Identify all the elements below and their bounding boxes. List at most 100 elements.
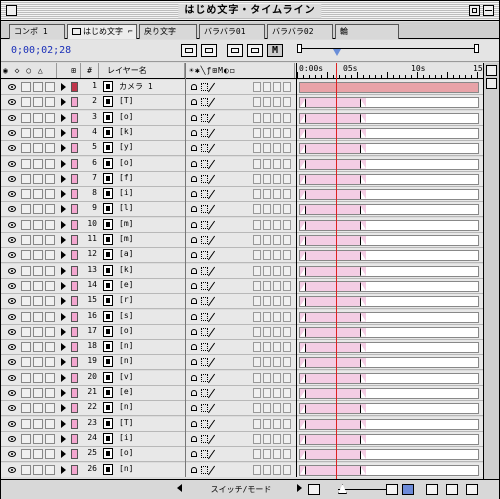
solo-switch[interactable] [33, 311, 43, 322]
eye-icon[interactable] [8, 405, 16, 412]
collapse-icon[interactable] [201, 236, 208, 244]
quality-icon[interactable] [207, 82, 216, 93]
solo-switch[interactable] [33, 449, 43, 460]
adjustment-switch[interactable] [283, 326, 291, 337]
layer-switches[interactable] [191, 159, 219, 170]
layer-row[interactable]: 14 [e] [1, 278, 499, 294]
audio-switch[interactable] [21, 296, 31, 307]
eye-icon[interactable] [8, 359, 16, 366]
label-color[interactable] [71, 127, 78, 138]
effect-switch[interactable] [253, 433, 261, 444]
layer-name[interactable]: [o] [119, 448, 133, 457]
adjustment-switch[interactable] [283, 127, 291, 138]
layer-duration-bar[interactable] [299, 296, 479, 308]
lock-switch[interactable] [45, 143, 55, 154]
audio-switch[interactable] [21, 173, 31, 184]
quality-icon[interactable] [207, 419, 216, 429]
adjustment-switch[interactable] [283, 342, 291, 353]
tab-comp-1[interactable]: コンポ 1 [9, 24, 65, 39]
lock-switch[interactable] [45, 280, 55, 291]
eye-icon[interactable] [8, 145, 16, 152]
layer-duration-bar[interactable] [299, 265, 479, 277]
audio-switch[interactable] [21, 82, 31, 92]
lock-switch[interactable] [45, 112, 55, 123]
effect-switch[interactable] [253, 418, 261, 429]
eye-icon[interactable] [8, 206, 16, 213]
layer-row[interactable]: 15 [r] [1, 294, 499, 310]
effect-switch[interactable] [253, 143, 261, 154]
layer-name[interactable]: [v] [119, 372, 133, 381]
layer-duration-bar[interactable] [299, 189, 479, 201]
expand-triangle-icon[interactable] [61, 343, 66, 352]
label-color[interactable] [71, 204, 78, 215]
frame-blend-switch[interactable] [263, 403, 271, 414]
adjustment-switch[interactable] [283, 311, 291, 322]
adjustment-switch[interactable] [283, 418, 291, 429]
layer-row[interactable]: 3 [o] [1, 110, 499, 126]
shy-icon[interactable] [191, 435, 197, 442]
layer-row[interactable]: 17 [o] [1, 324, 499, 340]
frame-blend-switch[interactable] [263, 204, 271, 215]
expand-triangle-icon[interactable] [61, 419, 66, 428]
zoom-box[interactable] [469, 5, 480, 16]
collapse-icon[interactable] [201, 373, 208, 382]
layer-row[interactable]: 4 [k] [1, 125, 499, 141]
layer-name[interactable]: [f] [119, 173, 133, 182]
audio-switch[interactable] [21, 357, 31, 368]
eye-icon[interactable] [8, 114, 16, 121]
frame-blend-switch[interactable] [263, 173, 271, 184]
lock-switch[interactable] [45, 464, 55, 475]
collapse-icon[interactable] [201, 128, 208, 137]
prev-keyframe-icon[interactable] [426, 484, 438, 495]
vertical-scrollbar[interactable] [483, 63, 499, 479]
audio-switch[interactable] [21, 326, 31, 337]
layer-name[interactable]: [m] [119, 234, 133, 243]
eye-icon[interactable] [8, 175, 16, 182]
scroll-right-arrow[interactable] [297, 484, 302, 492]
tab-wa[interactable]: 輪 [335, 24, 399, 39]
quality-icon[interactable] [207, 312, 216, 322]
adjustment-switch[interactable] [283, 204, 291, 215]
collapse-icon[interactable] [201, 174, 208, 183]
layer-row[interactable]: 24 [i] [1, 431, 499, 447]
quality-icon[interactable] [207, 266, 216, 276]
solo-switch[interactable] [33, 403, 43, 414]
collapse-box[interactable] [483, 5, 494, 16]
layer-duration-bar[interactable] [299, 235, 479, 246]
layer-switches[interactable] [191, 281, 219, 292]
lock-switch[interactable] [45, 219, 55, 230]
motion-blur-switch[interactable] [273, 326, 281, 337]
layer-name[interactable]: [r] [119, 295, 133, 304]
shy-icon[interactable] [191, 145, 197, 152]
shy-icon[interactable] [191, 129, 197, 136]
solo-switch[interactable] [33, 372, 43, 383]
collapse-icon[interactable] [201, 419, 208, 428]
effect-switch[interactable] [253, 265, 261, 276]
eye-icon[interactable] [8, 344, 16, 351]
quality-icon[interactable] [207, 327, 216, 338]
lock-switch[interactable] [45, 265, 55, 276]
expand-triangle-icon[interactable] [61, 465, 66, 474]
layer-name-header[interactable]: レイヤー名 [101, 63, 185, 78]
layer-duration-bar[interactable] [299, 464, 479, 476]
quality-icon[interactable] [207, 113, 216, 123]
lock-switch[interactable] [45, 296, 55, 307]
collapse-icon[interactable] [201, 98, 208, 107]
eye-icon[interactable] [8, 221, 16, 228]
layer-switches[interactable] [191, 403, 219, 414]
solo-switch[interactable] [33, 204, 43, 215]
eye-icon[interactable] [8, 313, 16, 320]
layer-row[interactable]: 1 カメラ 1 [1, 80, 499, 95]
time-ruler[interactable]: 0:00s 05s 10s 15 [297, 63, 483, 79]
lock-switch[interactable] [45, 311, 55, 322]
effect-switch[interactable] [253, 326, 261, 337]
layer-duration-bar[interactable] [299, 97, 479, 109]
audio-switch[interactable] [21, 235, 31, 245]
frame-blend-switch[interactable] [263, 82, 271, 92]
solo-switch[interactable] [33, 143, 43, 154]
layer-row[interactable]: 26 [n] [1, 462, 499, 477]
shy-icon[interactable] [191, 451, 197, 458]
frame-blend-switch[interactable] [263, 112, 271, 123]
motion-blur-switch[interactable] [273, 143, 281, 154]
layer-row[interactable]: 12 [a] [1, 248, 499, 264]
